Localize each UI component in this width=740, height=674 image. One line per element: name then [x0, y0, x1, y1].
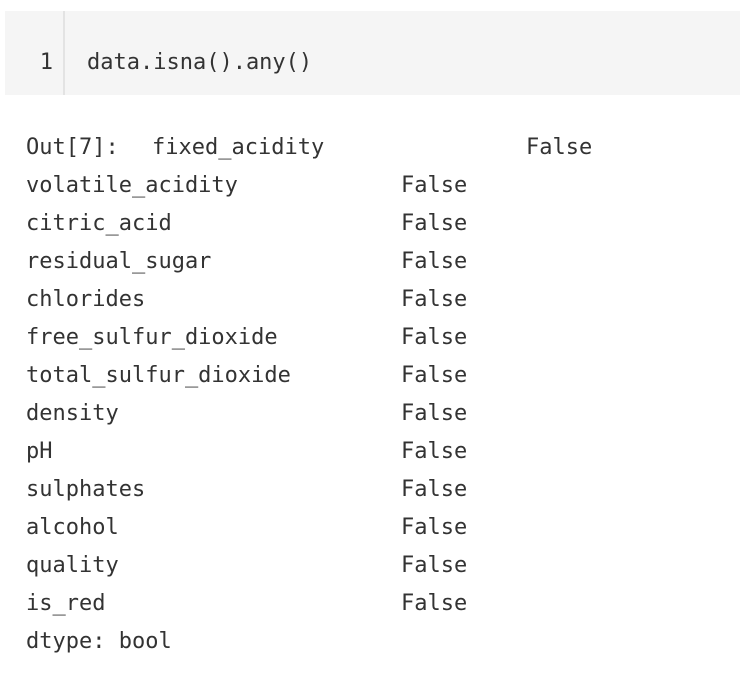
output-row: quality False: [26, 547, 726, 585]
column-name: quality: [26, 553, 119, 578]
column-value: False: [401, 439, 468, 464]
output-row: residual_sugar False: [26, 243, 726, 281]
output-row: volatile_acidity False: [26, 167, 726, 205]
line-number: 1: [39, 50, 53, 75]
output-row: free_sulfur_dioxide False: [26, 319, 726, 357]
column-value: False: [401, 591, 468, 616]
output-prompt: Out[7]:: [26, 135, 119, 160]
column-name: alcohol: [26, 515, 119, 540]
code-line[interactable]: data.isna().any(): [87, 49, 312, 77]
column-value: False: [401, 553, 468, 578]
output-row: sulphates False: [26, 471, 726, 509]
column-value: False: [401, 287, 468, 312]
column-name: chlorides: [26, 287, 146, 312]
column-name: sulphates: [26, 477, 146, 502]
column-name: free_sulfur_dioxide: [26, 325, 278, 350]
output-row: citric_acid False: [26, 205, 726, 243]
column-value: False: [401, 325, 468, 350]
column-value: False: [401, 211, 468, 236]
column-name: density: [26, 401, 119, 426]
column-name: fixed_acidity: [152, 135, 325, 160]
column-name: residual_sugar: [26, 249, 212, 274]
column-name: citric_acid: [26, 211, 172, 236]
code-cell[interactable]: 1 data.isna().any(): [5, 11, 740, 95]
output-row: is_red False: [26, 585, 726, 623]
output-row: chlorides False: [26, 281, 726, 319]
notebook-page: 1 data.isna().any() Out[7]: fixed_acidit…: [0, 0, 740, 674]
column-value: False: [401, 477, 468, 502]
column-value: False: [401, 401, 468, 426]
output-row: density False: [26, 395, 726, 433]
output-row: Out[7]: fixed_acidity False: [26, 129, 726, 167]
column-value: False: [401, 173, 468, 198]
cell-output: Out[7]: fixed_acidity False volatile_aci…: [26, 129, 726, 661]
column-name: is_red: [26, 591, 106, 616]
output-row: pH False: [26, 433, 726, 471]
dtype-line: dtype: bool: [26, 623, 726, 661]
dtype-text: dtype: bool: [26, 629, 172, 654]
output-row: alcohol False: [26, 509, 726, 547]
line-gutter: 1: [5, 11, 65, 95]
column-value: False: [401, 515, 468, 540]
output-row: total_sulfur_dioxide False: [26, 357, 726, 395]
column-name: volatile_acidity: [26, 173, 238, 198]
column-name: pH: [26, 439, 53, 464]
column-name: total_sulfur_dioxide: [26, 363, 291, 388]
column-value: False: [401, 363, 468, 388]
column-value: False: [401, 249, 468, 274]
column-value: False: [526, 135, 593, 160]
